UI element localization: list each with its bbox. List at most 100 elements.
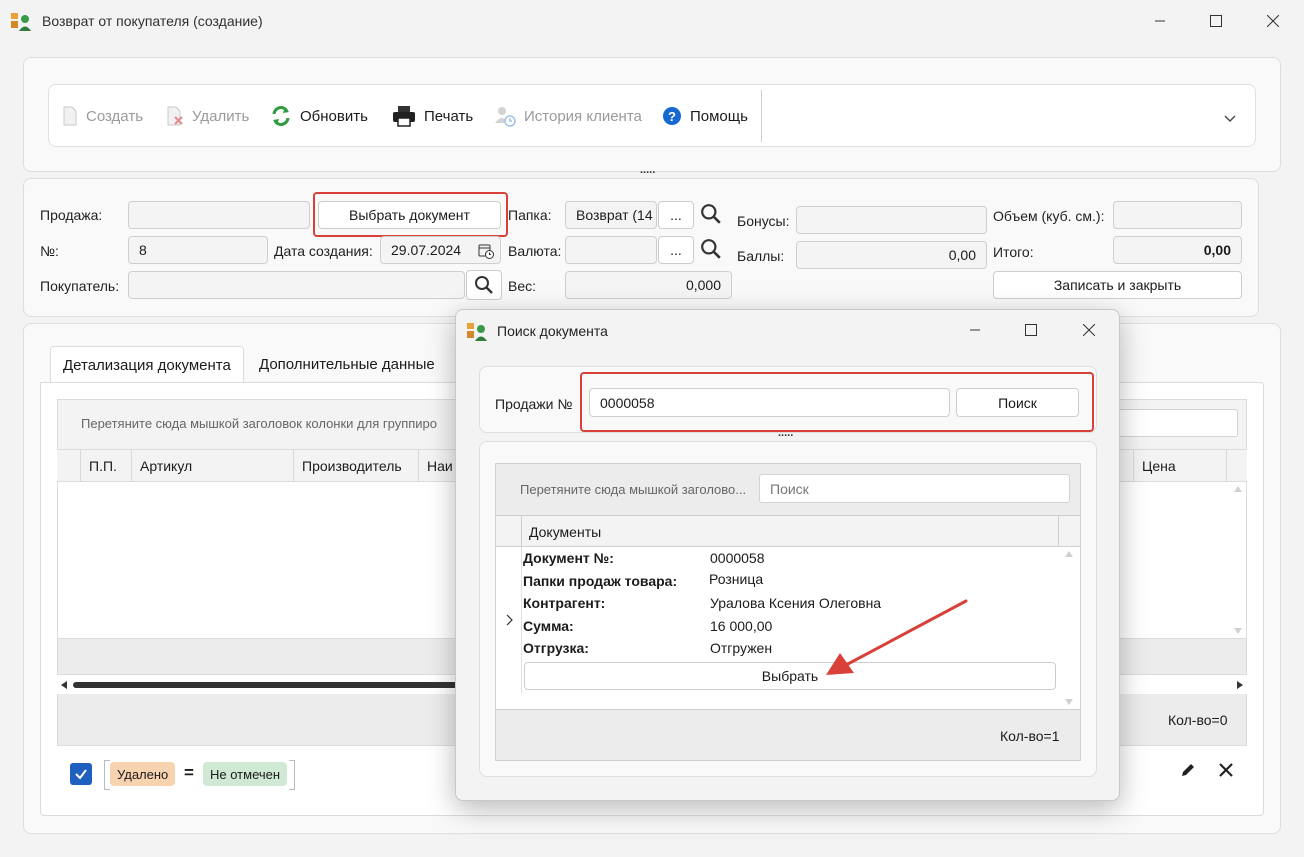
number-field[interactable]: 8 — [128, 236, 268, 264]
search-icon — [475, 276, 493, 294]
filter-edit-button[interactable] — [1180, 762, 1198, 780]
help-button[interactable]: ? Помощь — [662, 104, 748, 128]
filter-value-chip[interactable]: Не отмечен — [203, 762, 288, 786]
grid-search-input[interactable] — [1100, 409, 1238, 437]
folder-key: Папки продаж товара: — [523, 573, 678, 589]
sale-field[interactable] — [128, 201, 310, 229]
print-label: Печать — [424, 107, 474, 125]
title-bar: Возврат от покупателя (создание) — [0, 0, 1304, 44]
delete-button[interactable]: Удалить — [166, 104, 249, 128]
minimize-icon — [1155, 20, 1165, 22]
doc-number-key: Документ №: — [523, 550, 614, 566]
delete-document-icon — [167, 106, 183, 126]
created-date-value: 29.07.2024 — [391, 242, 462, 258]
filter-clear-button[interactable] — [1218, 762, 1236, 780]
results-column-documents[interactable]: Документы — [529, 524, 601, 540]
number-label: №: — [40, 243, 59, 259]
chevron-right-icon — [506, 614, 513, 626]
search-icon — [701, 204, 721, 224]
column-manufacturer[interactable]: Производитель — [294, 450, 419, 482]
new-document-icon — [63, 106, 77, 126]
annotation-arrow — [826, 599, 968, 675]
column-article[interactable]: Артикул — [132, 450, 294, 482]
currency-field[interactable] — [565, 236, 657, 264]
client-history-button[interactable]: История клиента — [494, 104, 642, 128]
dialog-app-icon — [466, 322, 488, 342]
buyer-field[interactable] — [128, 271, 465, 299]
bonus-field[interactable] — [796, 206, 987, 234]
toolbar-expand-button[interactable] — [1222, 110, 1240, 128]
results-search-input[interactable]: Поиск — [759, 474, 1070, 503]
currency-browse-button[interactable]: ... — [658, 236, 694, 264]
points-label: Баллы: — [737, 248, 785, 264]
close-icon — [1267, 15, 1279, 27]
currency-search-button[interactable] — [700, 238, 728, 264]
help-label: Помощь — [690, 107, 748, 125]
results-header: Документы — [496, 515, 1080, 547]
scroll-arrows-icon — [1234, 486, 1242, 634]
bonus-label: Бонусы: — [737, 213, 790, 229]
create-button[interactable]: Создать — [62, 104, 143, 128]
search-icon — [701, 239, 721, 259]
panel-splitter[interactable]: ..... — [640, 164, 655, 176]
volume-field[interactable] — [1113, 201, 1242, 229]
print-button[interactable]: Печать — [392, 104, 473, 128]
pencil-icon — [1182, 764, 1194, 776]
doc-number-value: 0000058 — [710, 550, 765, 566]
weight-field[interactable]: 0,000 — [565, 271, 732, 299]
total-field: 0,00 — [1113, 236, 1242, 264]
created-date-label: Дата создания: — [274, 243, 373, 259]
folder-field[interactable]: Возврат (14 — [565, 201, 657, 229]
filter-operator[interactable]: = — [184, 763, 194, 783]
results-group-hint: Перетяните сюда мышкой заголово... — [520, 482, 747, 497]
highlight-choose-document — [313, 192, 508, 237]
contractor-key: Контрагент: — [523, 595, 606, 611]
currency-label: Валюта: — [508, 243, 562, 259]
close-button[interactable] — [1250, 5, 1296, 37]
save-and-close-button[interactable]: Записать и закрыть — [993, 271, 1242, 299]
created-date-field[interactable]: 29.07.2024 — [380, 236, 501, 264]
folder-value: Розница — [709, 571, 764, 587]
results-vscroll[interactable] — [1061, 547, 1077, 709]
printer-icon — [393, 106, 415, 127]
column-pp[interactable]: П.П. — [81, 450, 132, 482]
sum-value: 16 000,00 — [710, 618, 773, 634]
shipment-value: Отгружен — [710, 640, 773, 656]
toolbar-separator — [761, 90, 762, 142]
maximize-icon — [1210, 15, 1222, 27]
search-document-dialog: Поиск документа Продажи № 0000058 Поиск … — [455, 309, 1120, 801]
close-icon — [1083, 324, 1095, 336]
maximize-button[interactable] — [1193, 5, 1239, 37]
filter-enabled-checkbox[interactable] — [70, 763, 92, 785]
column-price[interactable]: Цена — [1133, 450, 1227, 482]
grid-vscroll[interactable] — [1230, 482, 1246, 638]
calendar-clock-icon[interactable] — [478, 243, 494, 259]
select-document-button[interactable]: Выбрать — [524, 662, 1056, 690]
total-label: Итого: — [993, 244, 1034, 260]
checkmark-icon — [75, 769, 87, 780]
app-icon — [10, 12, 32, 32]
dialog-title: Поиск документа — [497, 323, 608, 339]
folder-browse-button[interactable]: ... — [658, 201, 694, 229]
filter-bracket-right — [289, 760, 295, 790]
dialog-maximize-button[interactable] — [1008, 314, 1054, 346]
dialog-splitter[interactable]: ..... — [778, 427, 793, 439]
buyer-search-button[interactable] — [466, 270, 502, 300]
svg-text:?: ? — [668, 109, 676, 124]
results-footer-line — [496, 709, 1080, 710]
dialog-minimize-button[interactable] — [952, 314, 998, 346]
dialog-close-button[interactable] — [1066, 314, 1112, 346]
tab-additional-data[interactable]: Дополнительные данные — [247, 346, 447, 382]
volume-label: Объем (куб. см.): — [993, 208, 1105, 224]
refresh-button[interactable]: Обновить — [270, 104, 368, 128]
results-count: Кол-во=1 — [1000, 728, 1060, 744]
record-divider — [521, 547, 522, 693]
folder-search-button[interactable] — [700, 203, 728, 229]
results-indicator-col — [496, 516, 522, 547]
tab-document-details[interactable]: Детализация документа — [50, 346, 244, 383]
filter-field-chip[interactable]: Удалено — [110, 762, 176, 786]
points-field[interactable]: 0,00 — [796, 241, 987, 269]
record-expand-arrow[interactable] — [504, 613, 516, 627]
minimize-button[interactable] — [1137, 5, 1183, 37]
grid-count: Кол-во=0 — [1168, 712, 1228, 728]
